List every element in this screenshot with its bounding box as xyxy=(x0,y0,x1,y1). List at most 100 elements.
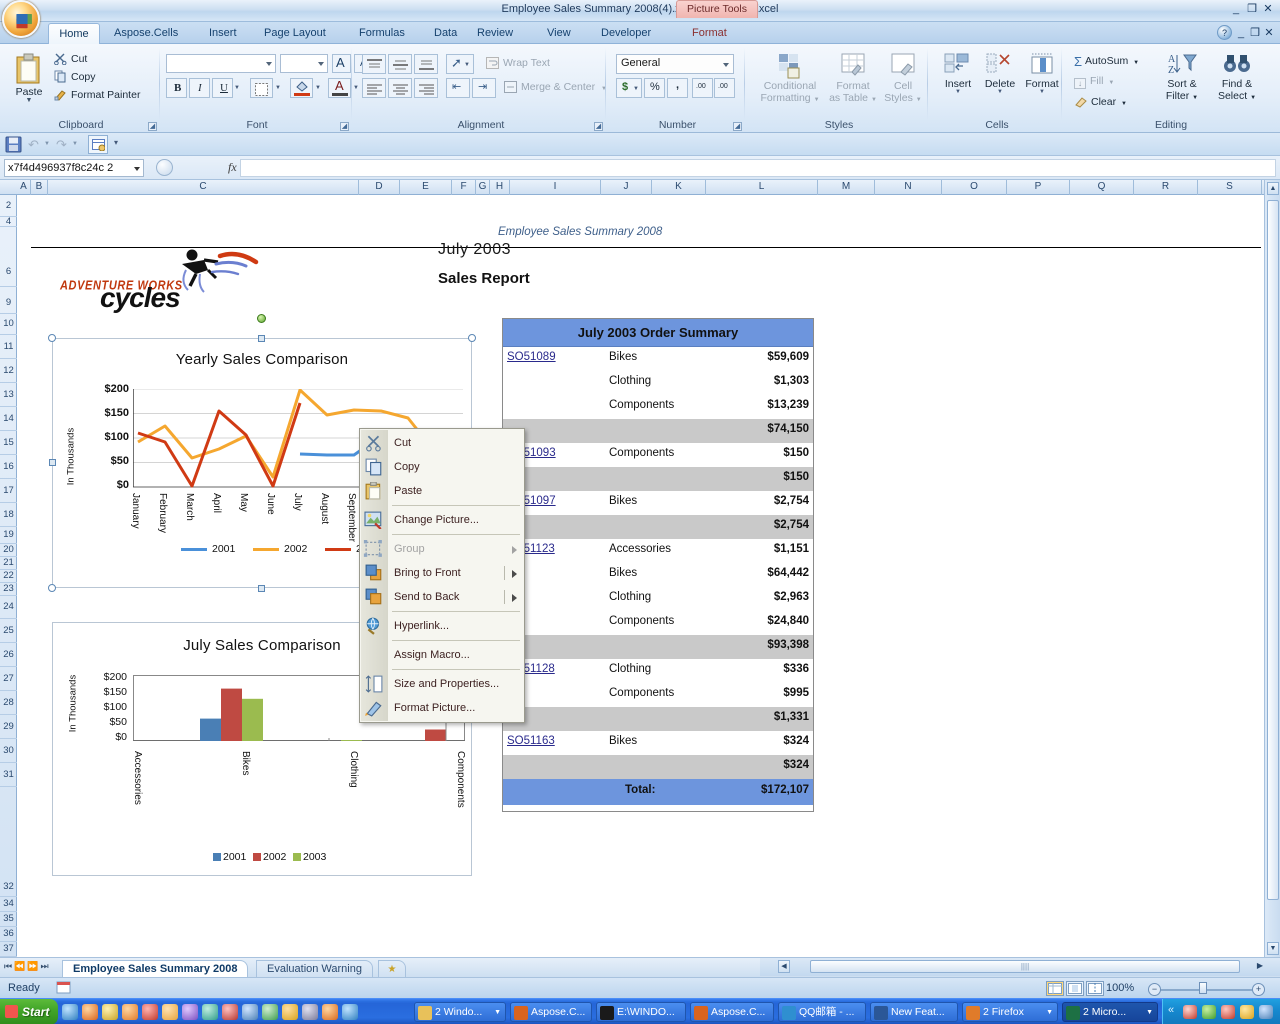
tray-expand-icon[interactable]: « xyxy=(1168,1004,1174,1016)
chevron-down-icon[interactable] xyxy=(266,61,272,66)
row-header-32[interactable]: 32 xyxy=(0,787,17,897)
page-break-view-button[interactable] xyxy=(1086,981,1104,996)
table-row[interactable]: SO51123 Accessories $1,151 xyxy=(503,539,813,563)
decrease-decimal-button[interactable]: .00 xyxy=(714,78,735,98)
tab-aspose-cells[interactable]: Aspose.Cells xyxy=(105,23,187,44)
context-menu-item-assign-macro[interactable]: Assign Macro... xyxy=(360,643,524,667)
col-header-I[interactable]: I xyxy=(510,180,601,195)
table-row-subtotal[interactable]: $74,150 xyxy=(503,419,813,443)
row-header-15[interactable]: 15 xyxy=(0,431,17,455)
order-id-link[interactable]: SO51163 xyxy=(507,735,555,747)
table-row[interactable]: Components $24,840 xyxy=(503,611,813,635)
col-header-K[interactable]: K xyxy=(652,180,706,195)
worksheet-cells[interactable]: Employee Sales Summary 2008 ADVENTURE WO… xyxy=(18,196,1264,940)
restore-icon[interactable]: ❒ xyxy=(1244,2,1260,15)
autosum-button[interactable]: Σ AutoSum ▼ xyxy=(1074,54,1139,69)
page-layout-view-button[interactable] xyxy=(1066,981,1084,996)
row-header-28[interactable]: 28 xyxy=(0,691,17,715)
context-menu-item-copy[interactable]: Copy xyxy=(360,455,524,479)
opera-icon[interactable] xyxy=(142,1004,158,1020)
resize-handle-s[interactable] xyxy=(258,585,265,592)
table-row[interactable]: SO51128 Clothing $336 xyxy=(503,659,813,683)
chevron-down-icon[interactable]: ▼ xyxy=(1192,95,1198,101)
currency-format-button[interactable]: $ ▼ xyxy=(616,78,642,98)
picture-context-menu[interactable]: Cut Copy Paste Change Picture... Group B… xyxy=(359,428,525,723)
undo-button[interactable]: ↶ xyxy=(28,137,39,153)
row-header-9[interactable]: 9 xyxy=(0,287,17,314)
col-header-J[interactable]: J xyxy=(601,180,652,195)
status-record-macro-button[interactable] xyxy=(56,981,72,995)
col-header-R[interactable]: R xyxy=(1134,180,1198,195)
row-header-2[interactable]: 2 xyxy=(0,195,17,217)
wrap-text-button[interactable]: Wrap Text xyxy=(486,57,550,69)
scroll-right-button[interactable]: ▶ xyxy=(1254,960,1266,973)
clear-button[interactable]: Clear ▼ xyxy=(1074,96,1127,108)
chevron-down-icon[interactable]: ▼ xyxy=(1146,1003,1153,1021)
chevron-down-icon[interactable]: ▼ xyxy=(1108,80,1114,86)
app-icon-6[interactable] xyxy=(162,1004,178,1020)
order-id-link[interactable]: SO51089 xyxy=(507,351,556,363)
window-controls[interactable]: _ ❒ ✕ xyxy=(1228,2,1276,15)
row-header-27[interactable]: 27 xyxy=(0,667,17,691)
conditional-formatting-button[interactable]: Conditional Formatting ▼ xyxy=(756,52,824,104)
print-preview-button[interactable] xyxy=(88,135,108,154)
chevron-down-icon[interactable]: ▼ xyxy=(234,85,240,91)
row-header-23[interactable]: 23 xyxy=(0,583,17,596)
chevron-down-icon[interactable]: ▼ xyxy=(315,85,321,91)
font-color-button[interactable]: A xyxy=(328,78,351,98)
col-header-S[interactable]: S xyxy=(1198,180,1262,195)
rotate-handle[interactable] xyxy=(257,314,266,323)
last-sheet-icon[interactable]: ⏭ xyxy=(41,961,51,971)
chevron-down-icon[interactable]: ▼ xyxy=(1121,101,1127,107)
row-header-35[interactable]: 35 xyxy=(0,912,17,927)
context-menu-item-bring-to-front[interactable]: Bring to Front xyxy=(360,561,524,585)
table-row-subtotal[interactable]: $150 xyxy=(503,467,813,491)
increase-decimal-button[interactable]: .00 xyxy=(692,78,713,98)
table-row[interactable]: SO51097 Bikes $2,754 xyxy=(503,491,813,515)
col-header-A[interactable]: A xyxy=(17,180,31,195)
align-top-button[interactable] xyxy=(362,54,386,74)
table-row-subtotal[interactable]: $324 xyxy=(503,755,813,779)
table-row-subtotal[interactable]: $93,398 xyxy=(503,635,813,659)
chevron-down-icon[interactable] xyxy=(723,63,729,67)
row-header-31[interactable]: 31 xyxy=(0,763,17,787)
tab-home[interactable]: Home xyxy=(48,23,100,44)
paste-button[interactable]: Paste ▼ xyxy=(8,52,50,104)
taskbar-item-excel-group[interactable]: 2 Micro... ▼ xyxy=(1062,1002,1158,1022)
minimize-icon[interactable]: _ xyxy=(1228,3,1244,15)
context-menu-item-change-picture[interactable]: Change Picture... xyxy=(360,508,524,532)
format-as-table-button[interactable]: Format as Table ▼ xyxy=(828,52,878,104)
tab-view[interactable]: View xyxy=(538,23,580,44)
row-header-30[interactable]: 30 xyxy=(0,739,17,763)
bold-button[interactable]: B xyxy=(166,78,187,98)
chevron-down-icon[interactable]: ▼ xyxy=(871,97,877,103)
row-header-29[interactable]: 29 xyxy=(0,715,17,739)
table-row[interactable]: SO51093 Components $150 xyxy=(503,443,813,467)
row-header-6[interactable]: 6 xyxy=(0,227,17,287)
row-header-11[interactable]: 11 xyxy=(0,335,17,359)
table-row[interactable]: Bikes $64,442 xyxy=(503,563,813,587)
taskbar-item-firefox-group[interactable]: 2 Firefox ▼ xyxy=(962,1002,1058,1022)
app-icon-12[interactable] xyxy=(282,1004,298,1020)
decrease-indent-button[interactable]: ⇤ xyxy=(446,78,470,98)
table-row-subtotal[interactable]: $1,331 xyxy=(503,707,813,731)
resize-handle-w[interactable] xyxy=(49,459,56,466)
qq-icon[interactable] xyxy=(1183,1005,1197,1019)
resize-handle-sw[interactable] xyxy=(48,584,56,592)
insert-function-icon[interactable] xyxy=(156,159,173,176)
name-box[interactable]: x7f4d496937f8c24c 2 xyxy=(4,159,144,177)
font-name-combo[interactable] xyxy=(166,54,276,73)
context-menu-item-cut[interactable]: Cut xyxy=(360,431,524,455)
chrome-icon[interactable] xyxy=(322,1004,338,1020)
context-menu-item-send-to-back[interactable]: Send to Back xyxy=(360,585,524,609)
start-button[interactable]: Start xyxy=(0,999,58,1024)
font-size-combo[interactable] xyxy=(280,54,328,73)
firefox-icon[interactable] xyxy=(122,1004,138,1020)
close-icon-2[interactable]: ✕ xyxy=(1262,26,1276,39)
network-icon[interactable] xyxy=(1259,1005,1273,1019)
redo-button[interactable]: ↷ xyxy=(56,137,67,153)
context-menu-item-group[interactable]: Group xyxy=(360,537,524,561)
col-header-G[interactable]: G xyxy=(476,180,490,195)
resize-handle-ne[interactable] xyxy=(468,334,476,342)
chevron-down-icon[interactable]: ▼ xyxy=(916,97,922,103)
